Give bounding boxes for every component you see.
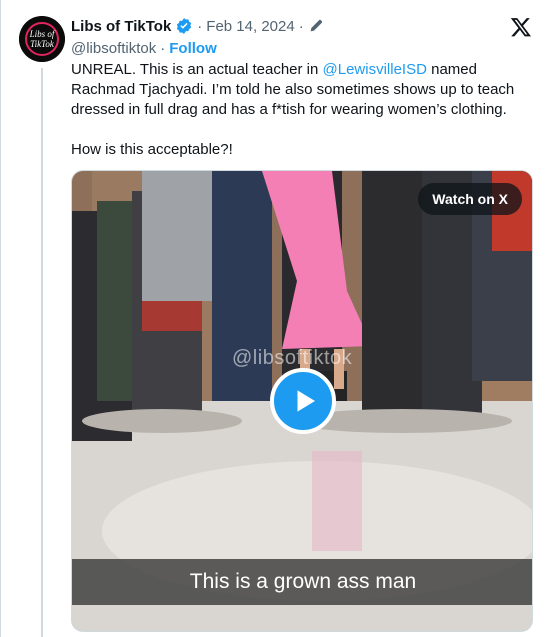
tweet-text-line: dressed in full drag and has a f*tish fo… [71, 101, 507, 118]
video-caption: This is a grown ass man [72, 559, 532, 605]
mention-link[interactable]: @LewisvilleISD [323, 61, 427, 78]
avatar-text-line2: TikTok [30, 39, 55, 49]
avatar-text-line1: Libs of [29, 29, 56, 39]
watch-on-x-button[interactable]: Watch on X [418, 183, 522, 215]
author-name[interactable]: Libs of TikTok [71, 18, 171, 35]
edit-pencil-icon[interactable] [308, 18, 324, 34]
tweet-text-line: UNREAL. This is an actual teacher in @Le… [71, 60, 541, 80]
tweet-text-line: How is this acceptable?! [71, 141, 233, 158]
tweet-subheader: @libsoftiktok · Follow [71, 38, 217, 58]
separator-dot: · [160, 39, 166, 57]
separator-dot: · [197, 17, 203, 35]
separator-dot: · [298, 17, 304, 35]
author-handle[interactable]: @libsoftiktok [71, 40, 156, 57]
avatar[interactable]: Libs of TikTok [19, 16, 65, 62]
verified-badge-icon[interactable] [175, 17, 193, 35]
video-watermark: @libsoftiktok [232, 347, 353, 369]
tweet-text-segment: named [426, 61, 477, 78]
video-player[interactable]: @libsoftiktok Watch on X This is a grown… [71, 170, 533, 632]
tweet-text: UNREAL. This is an actual teacher in @Le… [71, 60, 541, 160]
embedded-tweet: Libs of TikTok Libs of TikTok · Feb 14, … [0, 0, 549, 637]
thread-line [41, 68, 43, 637]
tweet-text-line: Rachmad Tjachyadi. I’m told he also some… [71, 81, 515, 98]
avatar-logo-icon: Libs of TikTok [19, 16, 65, 62]
tweet-text-segment: UNREAL. This is an actual teacher in [71, 61, 323, 78]
follow-button[interactable]: Follow [169, 40, 217, 57]
x-logo-icon[interactable] [510, 16, 532, 38]
tweet-date[interactable]: Feb 14, 2024 [206, 18, 294, 35]
tweet-header: Libs of TikTok · Feb 14, 2024 · [71, 15, 324, 37]
play-icon [297, 390, 315, 412]
play-button[interactable] [270, 368, 336, 434]
